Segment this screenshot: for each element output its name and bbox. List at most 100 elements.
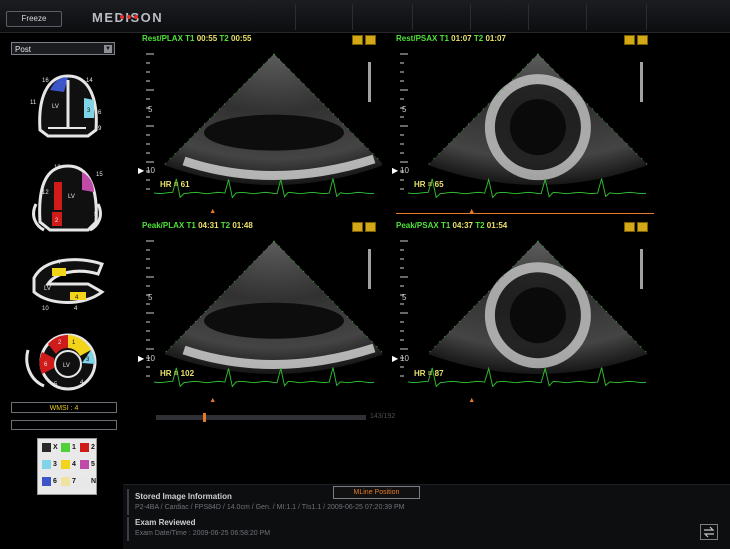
heart-rate: HR = 65 [414,180,444,190]
segment-label: 15 [96,172,103,178]
t2-label: T2 [475,221,485,230]
legend-label: 1 [72,444,76,451]
legend-swatch [61,460,70,469]
segment-label: 14 [86,78,93,84]
t2-label: T2 [473,34,484,43]
info-divider [127,517,129,541]
marker-icon: ▲ [468,397,476,404]
t1-label: T1 [186,221,196,230]
heart-rate: HR = 61 [160,180,190,190]
diagram-short-axis[interactable]: 1 2 3 4 5 6 LV [24,330,104,394]
legend-swatch [42,477,51,486]
t2-time: 01:07 [485,34,506,43]
diagram-long-axis[interactable]: 7 LV 4 10 4 [28,252,110,312]
t1-time: 04:37 [452,221,473,230]
diagram-apical-2ch[interactable]: 13 15 12 LV 2 5 [26,160,108,242]
toolbar-divider [470,4,471,30]
focus-marker-icon: ▶ [392,165,399,175]
segment-label: 13 [54,165,61,171]
ultrasound-pane[interactable]: Peak/PSAX T1 04:37 T2 01:54 5 10 ▶ HR = … [392,219,654,404]
lock-icon[interactable] [352,222,363,232]
wmsi-score: WMSI : 4 [11,402,117,413]
info-panel: Stored Image Information P2-4BA / Cardia… [123,484,730,549]
legend-swatch [61,443,70,452]
brand-dots-icon [120,6,146,19]
pane-title: Peak/PSAX T1 04:37 T2 01:54 [396,221,507,230]
t1-label: T1 [440,221,451,230]
legend-label: X [53,444,58,451]
toolbar-divider [412,4,413,30]
pane-view-label: Peak/PLAX [142,221,185,230]
legend-label: 2 [91,444,95,451]
swap-icon[interactable] [700,524,718,540]
settings-icon[interactable] [637,35,648,45]
exam-datetime: Exam Date/Time : 2009-06-25 06:58:20 PM [135,530,271,537]
legend-swatch [42,443,51,452]
segment-12[interactable] [54,182,62,210]
t2-label: T2 [220,221,231,230]
toolbar-divider [352,4,353,30]
selection-underline [396,213,654,214]
settings-icon[interactable] [637,222,648,232]
lock-icon[interactable] [624,35,635,45]
freeze-button[interactable]: Freeze [6,11,62,27]
mline-position-button[interactable]: MLine Position [333,486,420,499]
info-divider [127,489,129,515]
segment-label: LV [52,104,59,110]
toolbar-divider [646,4,647,30]
pane-view-label: Peak/PSAX [396,221,439,230]
depth-tick-label: 5 [148,293,153,302]
t1-time: 04:31 [198,221,219,230]
focus-marker-icon: ▶ [392,354,399,364]
depth-tick-label: 10 [146,354,155,364]
legend-swatch [42,460,51,469]
segment-label: LV [68,194,75,200]
focus-marker-icon: ▶ [138,165,145,175]
top-toolbar: Freeze MEDISON [0,0,730,33]
depth-tick-label: 10 [400,165,409,175]
stage-select-value: Post [15,45,32,54]
t1-time: 00:55 [196,34,218,43]
ultrasound-pane[interactable]: Peak/PLAX T1 04:31 T2 01:48 5 10 ▶ HR = … [138,219,382,404]
stored-image-title: Stored Image Information [135,492,232,501]
segment-label: 10 [42,306,49,312]
t1-time: 01:07 [451,34,472,43]
diagram-apical-4ch[interactable]: 16 14 11 LV 3 6 9 [28,70,108,150]
settings-icon[interactable] [365,35,376,45]
segment-7[interactable] [52,268,66,276]
t1-label: T1 [185,34,195,43]
t1-label: T1 [439,34,449,43]
depth-tick-label: 5 [402,105,407,115]
toolbar-divider [528,4,529,30]
segment-label: LV [63,363,70,369]
pane-view-label: Rest/PLAX [142,34,183,43]
heart-rate: HR = 102 [160,368,195,378]
cine-progress-bar[interactable] [156,413,366,422]
t2-time: 01:54 [486,221,508,230]
toolbar-divider [586,4,587,30]
heart-rate: HR = 87 [414,368,444,378]
marker-icon: ▲ [209,208,217,215]
t2-time: 01:48 [232,221,253,230]
comment-field[interactable] [11,420,117,430]
segment-label: 6 [98,110,102,116]
lock-icon[interactable] [624,222,635,232]
chevron-down-icon[interactable]: ▼ [104,45,112,53]
legend-label: N [91,478,97,485]
legend-label: 3 [53,461,57,468]
pane-title: Rest/PLAX T1 00:55 T2 00:55 [142,34,251,43]
stored-image-detail: P2-4BA / Cardiac / FPS84D / 14.0cm / Gen… [135,504,405,511]
lock-icon[interactable] [352,35,363,45]
settings-icon[interactable] [365,222,376,232]
segment-label: 16 [42,78,49,84]
legend-swatch [80,443,89,452]
ultrasound-pane[interactable]: Rest/PSAX T1 01:07 T2 01:07 5 10 ▶ HR = … [392,32,654,215]
stage-select[interactable]: Post ▼ [11,42,115,55]
cine-slider-handle[interactable] [202,413,206,422]
toolbar-divider [295,4,296,30]
wall-motion-legend: X 1 2 3 4 5 6 7 N [37,438,97,495]
focus-marker-icon: ▶ [138,354,145,364]
ultrasound-pane[interactable]: Rest/PLAX T1 00:55 T2 00:55 5 10 ▶ HR = … [138,32,382,215]
depth-tick-label: 5 [148,105,153,115]
pane-title: Peak/PLAX T1 04:31 T2 01:48 [142,221,253,230]
